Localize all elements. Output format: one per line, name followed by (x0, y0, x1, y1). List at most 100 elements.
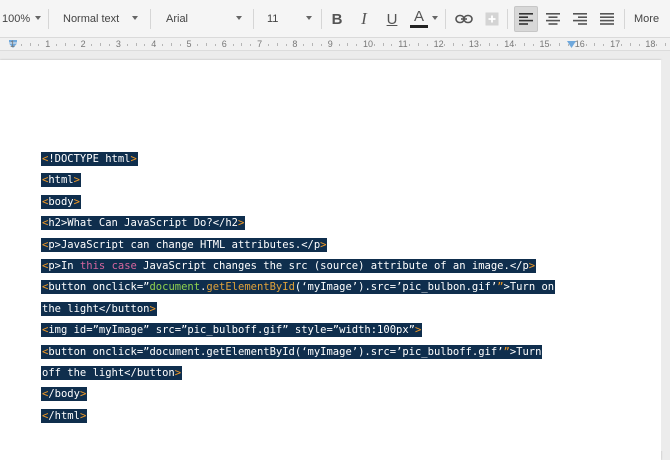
selected-text: <!DOCTYPE html> (41, 152, 138, 166)
chevron-down-icon (132, 16, 138, 20)
selected-text: off the light</button> (41, 365, 183, 380)
ruler-tick (135, 43, 137, 46)
ruler-tick (594, 43, 596, 46)
underline-button[interactable]: U (380, 6, 404, 32)
chevron-down-icon (432, 16, 438, 20)
code-token: /body (48, 388, 80, 401)
align-center-button[interactable] (541, 6, 565, 32)
ruler-number: 6 (221, 39, 227, 49)
selected-text: <html> (41, 173, 81, 188)
code-token: > (73, 174, 80, 187)
code-line[interactable]: <button onclick=”document.getElementById… (41, 277, 556, 298)
more-button[interactable]: More (634, 6, 670, 32)
underline-icon: U (386, 10, 398, 28)
font-value: Arial (166, 13, 189, 25)
code-token: document (149, 281, 201, 294)
document-body[interactable]: <!DOCTYPE html> <html> <body> <h2>What Can … (41, 149, 556, 427)
align-center-icon (546, 13, 560, 25)
code-token: p>In (48, 259, 80, 272)
ruler-tick (417, 43, 419, 46)
code-line[interactable]: <!DOCTYPE html> (41, 149, 555, 170)
ruler-tick (73, 44, 75, 46)
insert-comment-button[interactable] (480, 6, 504, 32)
selected-text: <h2>What Can JavaScript Do?</h2> (41, 216, 246, 231)
italic-icon: I (361, 9, 367, 28)
ruler-tick (629, 43, 631, 46)
chevron-down-icon (306, 16, 312, 20)
align-left-icon (519, 13, 533, 25)
italic-button[interactable]: I (352, 6, 376, 32)
ruler-number: 7 (257, 39, 263, 49)
ruler-tick (267, 44, 269, 46)
code-token: > (237, 217, 245, 230)
editor-toolbar: 100% Normal text Arial 11 B I U A More (0, 0, 670, 38)
font-select[interactable]: Arial (166, 6, 246, 32)
chevron-down-icon (35, 16, 41, 20)
align-right-button[interactable] (568, 6, 592, 32)
code-line[interactable]: <button onclick=”document.getElementById… (41, 342, 555, 363)
ruler-tick (100, 43, 102, 46)
ruler-tick (391, 44, 393, 46)
selected-text: <button onclick=”document.getElementById… (41, 344, 543, 359)
code-line[interactable]: <p>In this case JavaScript changes the s… (41, 256, 555, 277)
justify-button[interactable] (595, 6, 619, 32)
selected-text: <body> (41, 194, 81, 209)
ruler-tick (382, 43, 384, 46)
ruler-number: 18 (645, 39, 656, 49)
ruler-tick (64, 43, 66, 46)
selected-text: <p>JavaScript can change HTML attributes… (41, 237, 328, 252)
code-line[interactable]: the light</button> (41, 299, 555, 320)
ruler-tick (29, 43, 31, 46)
font-size-select[interactable]: 11 (267, 6, 307, 32)
ruler-tick (144, 44, 146, 46)
bold-button[interactable]: B (325, 6, 349, 32)
ruler-tick (523, 43, 525, 46)
align-left-button[interactable] (514, 6, 538, 32)
code-token: > (528, 259, 536, 272)
ruler-tick (665, 43, 667, 46)
code-token: img id=”myImage” src=”pic_bulboff.gif” s… (48, 324, 415, 337)
ruler-tick (109, 44, 111, 46)
ruler-tick (488, 43, 490, 46)
document-page[interactable]: <!DOCTYPE html> <html> <body> <h2>What Can … (0, 60, 661, 460)
code-token: body (48, 195, 74, 208)
text-color-button[interactable]: A (407, 6, 431, 32)
text-color-icon: A (413, 8, 424, 25)
code-line[interactable]: <body> (41, 192, 555, 213)
selected-text: </html> (41, 408, 88, 423)
selected-text: </body> (41, 387, 88, 402)
code-line[interactable]: <html> (41, 170, 555, 191)
ruler-tick (241, 43, 243, 46)
comment-icon (485, 12, 499, 26)
code-line[interactable]: </body> (41, 384, 555, 405)
ruler-tick (462, 44, 464, 46)
more-label: More (634, 13, 660, 25)
ruler-tick (197, 44, 199, 46)
code-token: button onclick=” (48, 281, 150, 294)
align-right-icon (573, 13, 587, 25)
ruler-tick (206, 43, 208, 46)
style-value: Normal text (63, 13, 120, 25)
code-token: the light</button (42, 302, 150, 315)
code-line[interactable]: <p>JavaScript can change HTML attributes… (41, 235, 555, 256)
ruler-number: 5 (186, 39, 192, 49)
code-line[interactable]: <h2>What Can JavaScript Do?</h2> (41, 213, 555, 234)
link-icon (455, 14, 473, 24)
insert-link-button[interactable] (452, 6, 476, 32)
ruler[interactable]: 1 1 2 3 4 5 6 7 8 9 10 11 12 13 14 15 16 17 18 (0, 38, 670, 51)
ruler-tick (426, 44, 428, 46)
ruler-number: 13 (468, 39, 479, 49)
code-token: button onclick=”document.getElementById(… (48, 345, 504, 358)
ruler-number: 15 (539, 39, 550, 49)
ruler-tick (303, 44, 305, 46)
ruler-number: 12 (433, 39, 444, 49)
code-line[interactable]: <img id=”myImage” src=”pic_bulboff.gif” … (41, 320, 555, 341)
style-select[interactable]: Normal text (63, 6, 143, 32)
justify-icon (600, 13, 614, 25)
code-token: p>JavaScript can change HTML attributes.… (48, 238, 321, 251)
code-line[interactable]: off the light</button> (41, 363, 555, 384)
ruler-tick (559, 43, 561, 46)
code-token: > (79, 409, 87, 422)
selected-text: <p>In this case JavaScript changes the s… (41, 258, 537, 273)
code-line[interactable]: </html> (41, 406, 555, 427)
